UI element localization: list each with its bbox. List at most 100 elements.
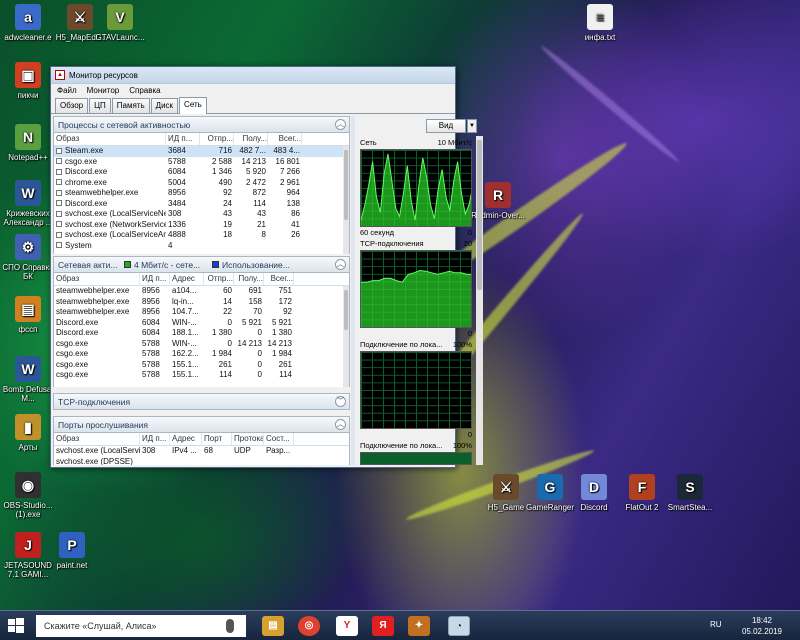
microphone-icon[interactable] [226, 619, 234, 633]
desktop-icon[interactable]: V GTAVLaunc... [92, 4, 148, 42]
collapse-chevron-icon[interactable]: ︿ [335, 419, 346, 430]
row-checkbox[interactable] [56, 231, 62, 238]
network-scrollbar[interactable] [343, 286, 349, 387]
column-header[interactable]: Образ [54, 273, 140, 285]
column-header[interactable]: Протока... [232, 433, 264, 445]
table-row[interactable]: System 4 [54, 241, 349, 252]
processes-section-header[interactable]: Процессы с сетевой активностью ︿ [53, 116, 350, 133]
language-indicator[interactable]: RU [710, 620, 722, 629]
table-row[interactable]: csgo.exe 5788 WIN-... 0 14 213 14 213 [54, 339, 349, 350]
desktop-icon[interactable]: ◉ OBS-Studio... (1).exe [0, 472, 56, 519]
table-row[interactable]: steamwebhelper.exe 8956 a104... 60 691 751 [54, 286, 349, 297]
desktop-icon[interactable]: ⚙ СПО Справки БК [0, 234, 56, 281]
csgo-icon[interactable]: ✦ [408, 616, 430, 636]
table-row[interactable]: steamwebhelper.exe 8956 104.7... 22 70 92 [54, 307, 349, 318]
table-row[interactable]: Discord.exe 3484 24 114 138 [54, 199, 349, 210]
table-row[interactable]: svchost.exe (NetworkService) 1336 19 21 41 [54, 220, 349, 231]
table-row[interactable]: Discord.exe 6084 WIN-... 0 5 921 5 921 [54, 318, 349, 329]
column-header[interactable]: ИД п... [140, 273, 170, 285]
search-box[interactable]: Скажите «Слушай, Алиса» [36, 615, 246, 637]
menu-file[interactable]: Файл [57, 86, 77, 95]
desktop-icon[interactable]: a adwcleaner.e [0, 4, 56, 42]
title-bar[interactable]: ▲ Монитор ресурсов [51, 67, 455, 83]
table-row[interactable]: Discord.exe 6084 1 346 5 920 7 266 [54, 167, 349, 178]
desktop-icon[interactable]: ≡ инфа.txt [572, 4, 628, 42]
table-row[interactable]: svchost.exe (LocalServiceAn... 4888 18 8 26 [54, 230, 349, 241]
column-header[interactable]: Отпр... [204, 273, 234, 285]
row-checkbox[interactable] [56, 221, 62, 228]
column-header[interactable]: Сост... [264, 433, 294, 445]
table-row[interactable]: csgo.exe 5788 2 588 14 213 16 801 [54, 157, 349, 168]
column-header[interactable]: ИД п... [166, 133, 200, 145]
column-header[interactable]: Всег... [264, 273, 294, 285]
graphs-scrollbar[interactable] [476, 136, 483, 465]
row-checkbox[interactable] [56, 179, 62, 186]
desktop-icon[interactable]: ▮ Арты [0, 414, 56, 452]
scrollbar-thumb[interactable] [477, 140, 482, 290]
collapse-chevron-icon[interactable]: ︿ [335, 119, 346, 130]
row-checkbox[interactable] [56, 200, 62, 207]
view-dropdown-icon[interactable]: ▼ [467, 119, 477, 133]
yandex-browser-icon[interactable]: Y [336, 616, 358, 636]
network-activity-section-header[interactable]: Сетевая акти... 4 Мбит/с - сете... Испол… [53, 256, 350, 273]
column-header[interactable]: Полу... [234, 273, 264, 285]
row-checkbox[interactable] [56, 168, 62, 175]
resource-monitor-taskbar-icon[interactable]: ◔ [448, 616, 470, 636]
tab-overview[interactable]: Обзор [55, 98, 89, 113]
desktop-icon[interactable]: ▣ пикчи [0, 62, 56, 100]
row-checkbox[interactable] [56, 147, 62, 154]
desktop-icon[interactable]: W Крижевских Александр ... [0, 180, 56, 227]
tab-network[interactable]: Сеть [179, 97, 207, 114]
table-row[interactable]: svchost.exe (LocalServi... 308 IPv4 ... 68 U… [54, 446, 349, 457]
column-header[interactable]: Полу... [234, 133, 268, 145]
tab-disk[interactable]: Диск [150, 98, 179, 113]
pane-splitter[interactable] [351, 116, 355, 465]
tcp-section-header[interactable]: TCP-подключения ﹀ [53, 393, 350, 410]
processes-scrollbar[interactable] [343, 146, 349, 254]
menu-monitor[interactable]: Монитор [87, 86, 120, 95]
desktop-icon[interactable]: N Notepad++ [0, 124, 56, 162]
column-header[interactable]: Порт [202, 433, 232, 445]
table-row[interactable]: csgo.exe 5788 155.1... 261 0 261 [54, 360, 349, 371]
column-header[interactable]: Отпр... [200, 133, 234, 145]
view-button[interactable]: Вид [426, 119, 466, 133]
yandex-icon[interactable]: Я [372, 616, 394, 636]
table-cell: 138 [286, 198, 300, 208]
column-header[interactable]: Адрес [170, 433, 202, 445]
column-header[interactable]: ИД п... [140, 433, 170, 445]
scrollbar-thumb[interactable] [344, 150, 348, 220]
row-checkbox[interactable] [56, 242, 62, 249]
file-explorer-icon[interactable]: ▤ [262, 616, 284, 636]
table-row[interactable]: csgo.exe 5788 162.2... 1 984 0 1 984 [54, 349, 349, 360]
column-header[interactable]: Образ [54, 433, 140, 445]
column-header[interactable]: Образ [54, 133, 166, 145]
ports-section-header[interactable]: Порты прослушивания ︿ [53, 416, 350, 433]
chrome-icon[interactable]: ◎ [298, 616, 320, 636]
row-checkbox[interactable] [56, 189, 62, 196]
table-row[interactable]: steamwebhelper.exe 8956 92 872 964 [54, 188, 349, 199]
menu-help[interactable]: Справка [129, 86, 160, 95]
row-checkbox[interactable] [56, 158, 62, 165]
desktop-icon[interactable]: S SmartStea... [662, 474, 718, 512]
table-row[interactable]: csgo.exe 5788 155.1... 114 0 114 [54, 370, 349, 381]
desktop-icon[interactable]: ▤ фссп [0, 296, 56, 334]
desktop-icon[interactable]: Ppaint.net [44, 532, 100, 570]
expand-chevron-icon[interactable]: ﹀ [335, 396, 346, 407]
scrollbar-thumb[interactable] [344, 290, 348, 330]
resource-monitor-window: ▲ Монитор ресурсов Файл Монитор Справка … [50, 66, 483, 468]
collapse-chevron-icon[interactable]: ︿ [335, 259, 346, 270]
table-row[interactable]: Discord.exe 6084 188.1... 1 380 0 1 380 [54, 328, 349, 339]
tab-memory[interactable]: Память [111, 98, 150, 113]
tab-cpu[interactable]: ЦП [89, 98, 111, 113]
desktop-icon[interactable]: W Bomb Defusal M... [0, 356, 56, 403]
table-row[interactable]: svchost.exe (DPSSE) [54, 457, 349, 466]
column-header[interactable]: Всег... [268, 133, 302, 145]
table-row[interactable]: Steam.exe 3684 716 482 7... 483 4... [54, 146, 349, 157]
table-row[interactable]: svchost.exe (LocalServiceNe... 308 43 43 86 [54, 209, 349, 220]
column-header[interactable]: Адрес [170, 273, 204, 285]
clock[interactable]: 18:42 05.02.2019 [738, 615, 786, 637]
table-row[interactable]: steamwebhelper.exe 8956 lq-in... 14 158 172 [54, 297, 349, 308]
table-row[interactable]: chrome.exe 5004 490 2 472 2 961 [54, 178, 349, 189]
start-button[interactable] [6, 616, 28, 636]
row-checkbox[interactable] [56, 210, 62, 217]
